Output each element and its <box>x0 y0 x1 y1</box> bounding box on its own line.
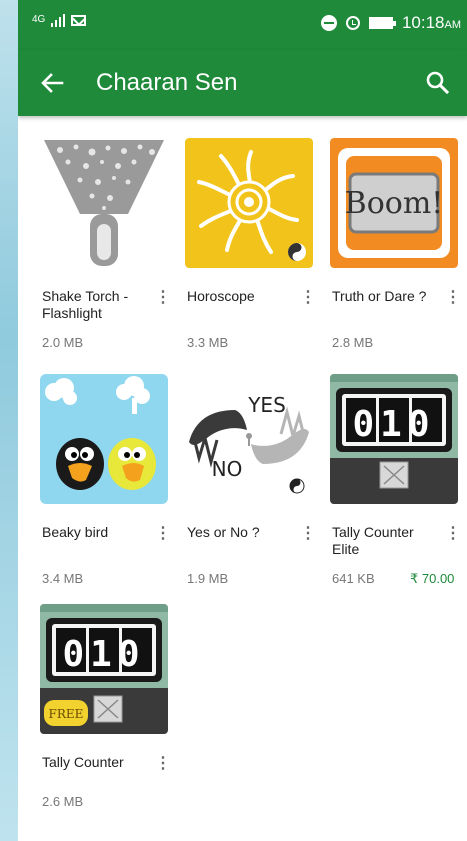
app-card-truth-or-dare[interactable]: Boom! Truth or Dare ? ⋮ 2.8 MB <box>330 116 467 350</box>
more-options-button[interactable]: ⋮ <box>298 522 318 546</box>
gmail-icon <box>71 14 87 26</box>
boom-text: Boom! <box>345 186 444 221</box>
battery-icon <box>368 17 396 29</box>
more-options-button[interactable]: ⋮ <box>443 522 463 546</box>
clock: 10:18AM <box>402 13 461 33</box>
app-card-yes-or-no[interactable]: YES NO Yes or No ? ⋮ 1.9 MB <box>185 352 325 586</box>
counter-icon: 010 <box>330 374 458 504</box>
counter-digits: 010 <box>62 634 145 675</box>
more-options-button[interactable]: ⋮ <box>443 286 463 310</box>
network-type: 4G <box>32 14 46 25</box>
back-arrow-icon <box>41 73 64 93</box>
page-title: Chaaran Sen <box>96 69 238 96</box>
counter-free-icon: 010 FREE <box>40 604 168 734</box>
app-name: Tally Counter <box>42 754 124 770</box>
status-left: 4G <box>32 13 87 27</box>
search-button[interactable] <box>417 63 457 103</box>
more-options-button[interactable]: ⋮ <box>153 522 173 546</box>
app-size: 2.8 MB <box>332 335 374 350</box>
phone-screen: 4G 10:18AM Chaaran Sen Shake Torch - Fla… <box>18 0 467 841</box>
status-right: 10:18AM <box>320 13 461 33</box>
app-name: Shake Torch - Flashlight <box>42 288 129 321</box>
boom-sign-icon: Boom! <box>330 138 458 268</box>
app-grid: Shake Torch - Flashlight ⋮ 2.0 MB Horosc… <box>18 116 467 841</box>
app-card-horoscope[interactable]: Horoscope ⋮ 3.3 MB <box>185 116 325 350</box>
app-card-shake-torch[interactable]: Shake Torch - Flashlight ⋮ 2.0 MB <box>40 116 180 350</box>
time: 10:18 <box>401 13 445 32</box>
app-size: 2.6 MB <box>42 794 84 809</box>
sun-icon <box>185 138 313 268</box>
search-icon <box>426 71 450 95</box>
more-options-button[interactable]: ⋮ <box>153 286 173 310</box>
app-price: ₹ 70.00 <box>410 571 455 586</box>
app-size: 3.3 MB <box>187 335 229 350</box>
more-options-button[interactable]: ⋮ <box>153 752 173 776</box>
alarm-icon <box>345 16 360 30</box>
left-edge-background <box>0 0 18 841</box>
app-name: Tally Counter Elite <box>332 524 414 557</box>
app-name: Yes or No ? <box>187 524 260 540</box>
status-bar: 4G 10:18AM <box>18 0 467 50</box>
do-not-disturb-icon <box>320 15 337 31</box>
more-options-button[interactable]: ⋮ <box>298 286 318 310</box>
free-badge: FREE <box>49 707 84 721</box>
app-size: 1.9 MB <box>187 571 229 586</box>
ampm: AM <box>444 19 462 31</box>
app-name: Truth or Dare ? <box>332 288 427 304</box>
birds-icon <box>40 374 168 504</box>
flashlight-icon <box>40 138 168 268</box>
no-text: NO <box>212 457 243 481</box>
app-size: 641 KB <box>332 571 375 586</box>
signal-icon <box>51 13 66 27</box>
app-name: Beaky bird <box>42 524 109 540</box>
app-bar: Chaaran Sen <box>18 50 467 116</box>
app-card-tally-counter[interactable]: 010 FREE Tally Counter ⋮ 2.6 MB <box>40 582 180 812</box>
app-name: Horoscope <box>187 288 255 304</box>
back-button[interactable] <box>32 63 72 103</box>
app-size: 2.0 MB <box>42 335 84 350</box>
yes-no-icon: YES NO <box>185 374 313 504</box>
counter-digits: 010 <box>352 404 435 445</box>
app-card-beaky-bird[interactable]: Beaky bird ⋮ 3.4 MB <box>40 352 180 586</box>
app-card-tally-counter-elite[interactable]: 010 Tally Counter Elite ⋮ 641 KB ₹ 70.00 <box>330 352 467 586</box>
yes-text: YES <box>247 393 286 417</box>
